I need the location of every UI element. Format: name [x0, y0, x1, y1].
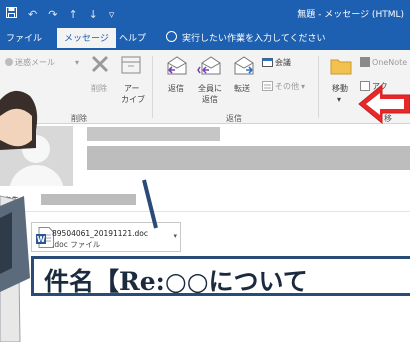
- recipient-redacted: [41, 194, 136, 205]
- down-icon[interactable]: ↓: [89, 8, 98, 22]
- delete-button[interactable]: 削除: [91, 84, 107, 94]
- junk-icon: [5, 58, 13, 66]
- red-arrow-icon: [358, 83, 410, 125]
- meeting-button[interactable]: 会議: [275, 58, 291, 68]
- forward-icon: [234, 56, 254, 75]
- up-icon[interactable]: ↑: [68, 8, 77, 22]
- meeting-icon: [262, 58, 273, 67]
- tell-me-text: 実行したい作業を入力してください: [182, 34, 326, 44]
- junk-dropdown-icon[interactable]: ▾: [75, 58, 79, 68]
- tell-me-box[interactable]: 実行したい作業を入力してください: [166, 28, 325, 50]
- more-dropdown-icon[interactable]: ▾: [301, 82, 305, 92]
- subject-callout: 件名【Re:○○について: [31, 256, 410, 296]
- archive-button-line1[interactable]: アー: [124, 84, 140, 94]
- attachment-chip[interactable]: W 89504061_20191121.doc .doc ファイル ▾: [31, 222, 181, 252]
- delete-group-label: 削除: [71, 114, 87, 123]
- group-divider: [152, 56, 153, 118]
- archive-button-line2[interactable]: カイブ: [121, 95, 145, 105]
- respond-group-label: 返信: [226, 114, 242, 123]
- customize-icon[interactable]: ▿: [109, 8, 115, 22]
- reply-all-button-line2[interactable]: 返信: [202, 95, 218, 105]
- reply-all-icon: [197, 56, 221, 75]
- header-divider: [0, 211, 410, 212]
- move-folder-icon: [330, 59, 352, 75]
- reply-all-button-line1[interactable]: 全員に: [198, 84, 222, 94]
- tab-file[interactable]: ファイル: [6, 28, 42, 50]
- subject-callout-text: 件名【Re:○○について: [44, 267, 308, 296]
- junk-button[interactable]: 迷惑メール: [15, 58, 55, 68]
- archive-icon: [121, 56, 141, 74]
- move-dropdown-icon[interactable]: ▾: [337, 95, 341, 105]
- more-icon: [262, 81, 273, 91]
- reply-icon: [167, 56, 187, 75]
- delete-x-icon: [91, 55, 109, 73]
- onenote-icon: [360, 57, 370, 67]
- group-divider: [318, 56, 319, 118]
- tab-help[interactable]: ヘルプ: [119, 28, 146, 50]
- more-button[interactable]: その他: [275, 82, 299, 92]
- sender-redacted: [87, 127, 220, 141]
- title-bar: ↶ ↷ ↑ ↓ ▿ 無題 - メッセージ (HTML): [0, 0, 410, 28]
- attachment-dropdown-icon[interactable]: ▾: [173, 232, 177, 240]
- ribbon: 迷惑メール ▾ 削除 アー カイブ 削除 返信 全員に 返信 転送 会議 その他…: [0, 50, 410, 124]
- reply-button[interactable]: 返信: [168, 84, 184, 94]
- forward-button[interactable]: 転送: [234, 84, 250, 94]
- lightbulb-icon: [166, 31, 177, 42]
- window-title: 無題 - メッセージ (HTML): [297, 10, 404, 20]
- ribbon-tabs: ファイル メッセージ ヘルプ 実行したい作業を入力してください: [0, 28, 410, 50]
- presenter-illustration: [0, 90, 38, 342]
- attachment-filename: 89504061_20191121.doc: [52, 229, 148, 238]
- tab-message[interactable]: メッセージ: [57, 28, 116, 50]
- redo-icon[interactable]: ↷: [48, 8, 57, 22]
- save-icon[interactable]: [6, 7, 17, 22]
- move-button[interactable]: 移動: [332, 84, 348, 94]
- onenote-button[interactable]: OneNote: [372, 58, 407, 68]
- subject-redacted: [87, 146, 410, 170]
- undo-icon[interactable]: ↶: [28, 8, 37, 22]
- attachment-type: .doc ファイル: [52, 240, 101, 249]
- quick-access-toolbar: ↶ ↷ ↑ ↓ ▿: [6, 7, 114, 22]
